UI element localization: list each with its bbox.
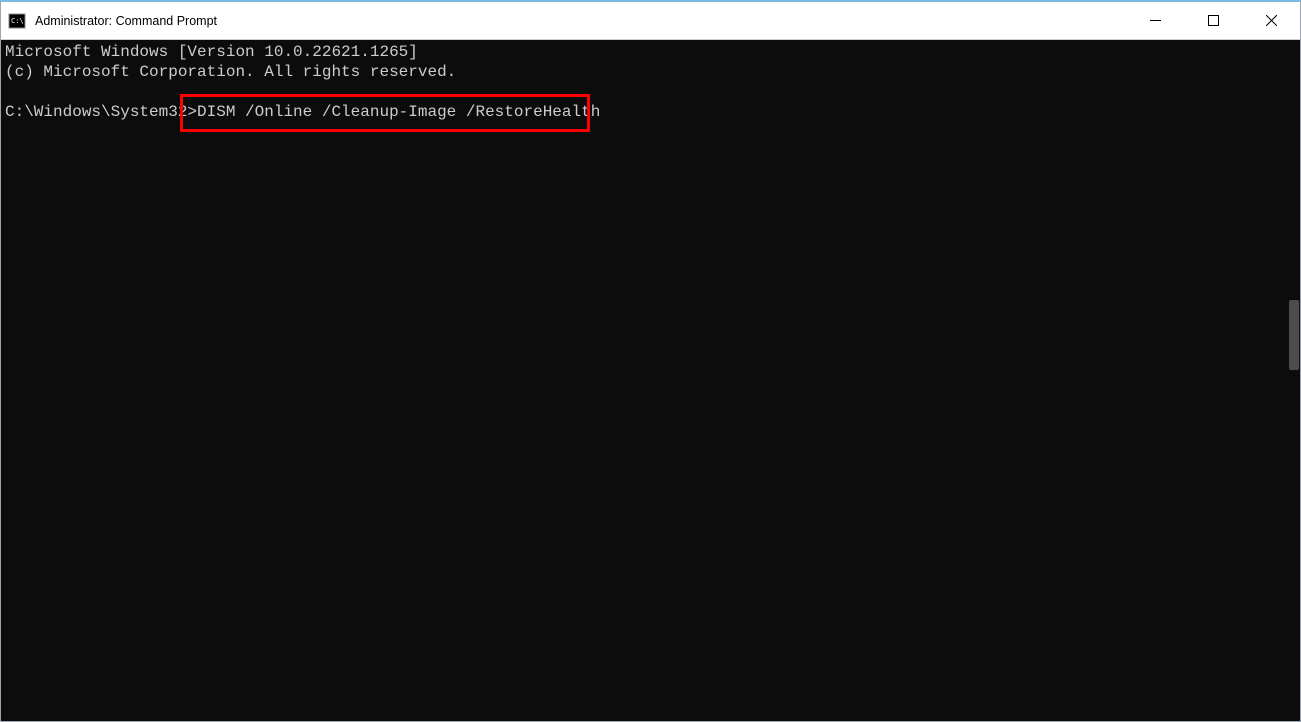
maximize-icon	[1208, 15, 1219, 26]
typed-command: DISM /Online /Cleanup-Image /RestoreHeal…	[197, 102, 600, 122]
maximize-button[interactable]	[1184, 2, 1242, 39]
minimize-button[interactable]	[1126, 2, 1184, 39]
minimize-icon	[1150, 15, 1161, 26]
svg-text:C:\: C:\	[11, 17, 24, 25]
prompt-prefix: C:\Windows\System32>	[5, 102, 197, 122]
titlebar-title: Administrator: Command Prompt	[35, 14, 1126, 28]
scrollbar-track[interactable]	[1286, 40, 1300, 721]
close-icon	[1266, 15, 1277, 26]
terminal-area[interactable]: Microsoft Windows [Version 10.0.22621.12…	[1, 40, 1300, 721]
titlebar-controls	[1126, 2, 1300, 39]
terminal-output-line: (c) Microsoft Corporation. All rights re…	[5, 62, 1296, 82]
command-prompt-window: C:\ Administrator: Command Prompt	[0, 0, 1301, 722]
terminal-output-line: Microsoft Windows [Version 10.0.22621.12…	[5, 42, 1296, 62]
cmd-icon: C:\	[7, 11, 27, 31]
scrollbar-thumb[interactable]	[1289, 300, 1299, 370]
close-button[interactable]	[1242, 2, 1300, 39]
terminal-prompt-line: C:\Windows\System32>DISM /Online /Cleanu…	[5, 102, 1296, 122]
titlebar[interactable]: C:\ Administrator: Command Prompt	[1, 2, 1300, 40]
